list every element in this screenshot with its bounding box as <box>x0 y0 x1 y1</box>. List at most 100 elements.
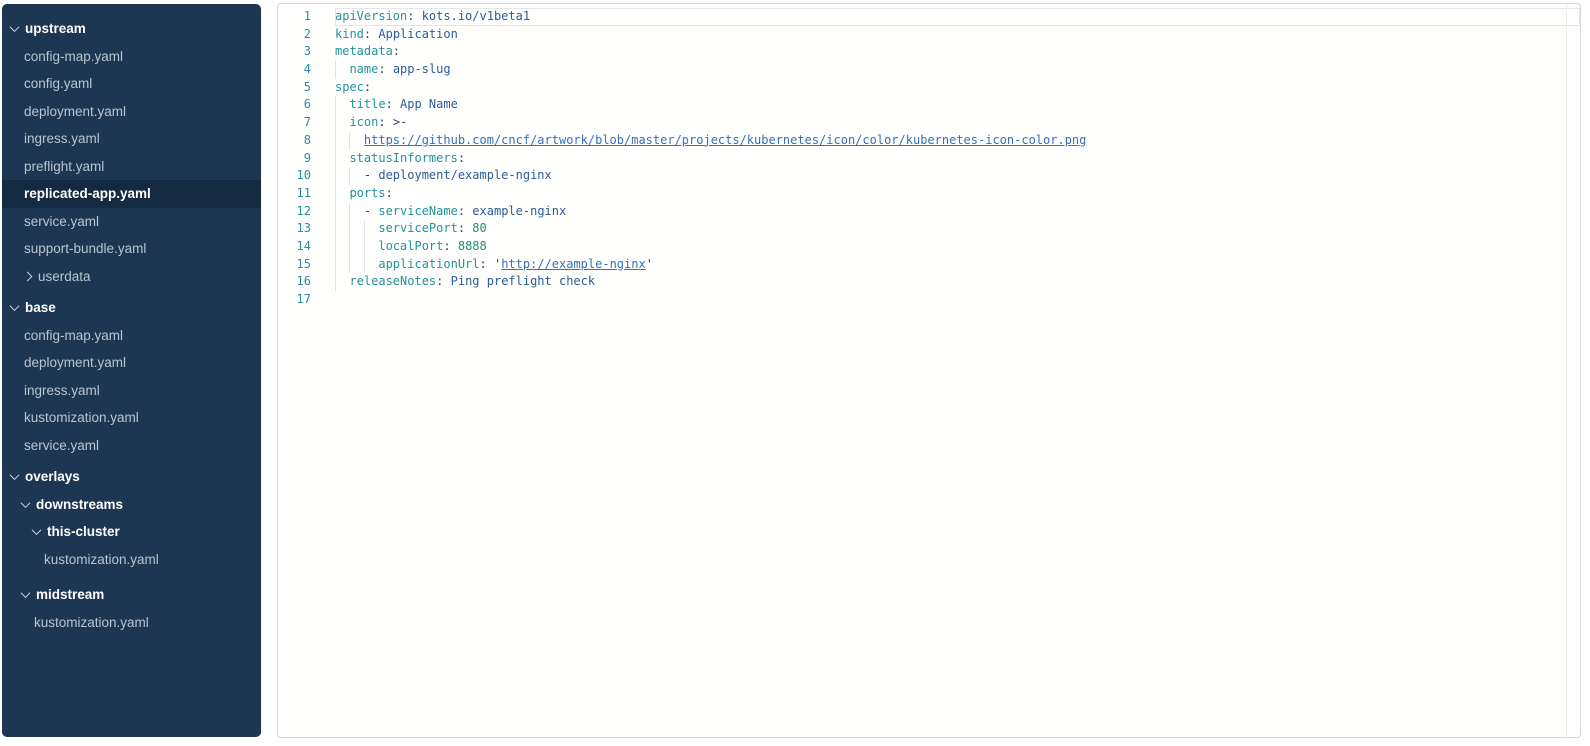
line-number: 13 <box>278 220 335 238</box>
tree-item-label: overlays <box>25 469 80 484</box>
code-indent <box>335 186 349 200</box>
tree-file-deployment.yaml[interactable]: deployment.yaml <box>2 349 261 377</box>
tree-item-label: replicated-app.yaml <box>24 186 151 201</box>
tree-item-label: deployment.yaml <box>24 104 126 119</box>
indent-guide <box>335 114 336 132</box>
tree-file-deployment.yaml[interactable]: deployment.yaml <box>2 98 261 126</box>
tree-item-label: config-map.yaml <box>24 328 123 343</box>
file-tree: upstream config-map.yaml config.yaml deploy… <box>2 15 261 636</box>
tree-folder-base[interactable]: base <box>2 294 261 322</box>
code-token: ports <box>349 186 385 200</box>
code-line[interactable]: statusInformers: <box>335 150 1580 168</box>
tree-item-label: ingress.yaml <box>24 383 100 398</box>
tree-file-kustomization.yaml[interactable]: kustomization.yaml <box>2 546 261 574</box>
code-token: : <box>364 80 371 94</box>
code-token: kind <box>335 27 364 41</box>
tree-folder-upstream[interactable]: upstream <box>2 15 261 43</box>
line-number: 2 <box>278 26 335 44</box>
tree-item-label: upstream <box>25 21 86 36</box>
code-token: : <box>458 204 465 218</box>
code-area[interactable]: apiVersion: kots.io/v1beta1kind: Applica… <box>335 4 1580 737</box>
tree-file-ingress.yaml[interactable]: ingress.yaml <box>2 377 261 405</box>
code-token: : <box>378 62 385 76</box>
indent-guide <box>349 256 350 274</box>
code-token: : <box>480 257 487 271</box>
tree-folder-userdata[interactable]: userdata <box>2 263 261 291</box>
code-line[interactable]: icon: >- <box>335 114 1580 132</box>
tree-folder-midstream[interactable]: midstream <box>2 581 261 609</box>
tree-item-label: config.yaml <box>24 76 92 91</box>
tree-folder-overlays[interactable]: overlays <box>2 463 261 491</box>
indent-guide <box>335 96 336 114</box>
editor-panel: 1234567891011121314151617 apiVersion: ko… <box>277 3 1581 738</box>
code-token: localPort <box>378 239 443 253</box>
url-link[interactable]: https://github.com/cncf/artwork/blob/mas… <box>364 133 1086 147</box>
code-indent <box>335 239 378 253</box>
line-number: 4 <box>278 61 335 79</box>
tree-file-config-map.yaml[interactable]: config-map.yaml <box>2 43 261 71</box>
code-line[interactable]: spec: <box>335 79 1580 97</box>
code-token: : <box>393 44 400 58</box>
tree-item-label: midstream <box>36 587 104 602</box>
tree-file-service.yaml[interactable]: service.yaml <box>2 208 261 236</box>
chevron-right-icon <box>23 271 33 281</box>
code-line[interactable]: https://github.com/cncf/artwork/blob/mas… <box>335 132 1580 150</box>
line-number: 9 <box>278 150 335 168</box>
code-token: title <box>349 97 385 111</box>
tree-folder-downstreams[interactable]: downstreams <box>2 491 261 519</box>
tree-file-config-map.yaml[interactable]: config-map.yaml <box>2 322 261 350</box>
code-token: : <box>386 186 393 200</box>
code-indent <box>335 274 349 288</box>
line-number: 10 <box>278 167 335 185</box>
code-token: metadata <box>335 44 393 58</box>
code-line[interactable]: name: app-slug <box>335 61 1580 79</box>
code-token: example-nginx <box>465 204 566 218</box>
code-token: kots.io/v1beta1 <box>414 9 530 23</box>
indent-guide <box>335 203 336 221</box>
indent-guide <box>335 220 336 238</box>
indent-guide <box>364 256 365 274</box>
code-token: App Name <box>393 97 458 111</box>
code-line[interactable] <box>335 291 1580 309</box>
url-link[interactable]: http://example-nginx <box>501 257 646 271</box>
code-line[interactable]: - deployment/example-nginx <box>335 167 1580 185</box>
tree-folder-this-cluster[interactable]: this-cluster <box>2 518 261 546</box>
code-token: servicePort <box>378 221 457 235</box>
tree-file-config.yaml[interactable]: config.yaml <box>2 70 261 98</box>
line-number: 15 <box>278 256 335 274</box>
line-number: 6 <box>278 96 335 114</box>
code-line[interactable]: releaseNotes: Ping preflight check <box>335 273 1580 291</box>
code-line[interactable]: servicePort: 80 <box>335 220 1580 238</box>
code-line[interactable]: ports: <box>335 185 1580 203</box>
code-token: : <box>386 97 393 111</box>
tree-item-label: support-bundle.yaml <box>24 241 146 256</box>
code-line[interactable]: localPort: 8888 <box>335 238 1580 256</box>
code-line[interactable]: metadata: <box>335 43 1580 61</box>
indent-guide <box>335 150 336 168</box>
code-token: deployment/example-nginx <box>378 168 551 182</box>
code-line[interactable]: apiVersion: kots.io/v1beta1 <box>335 8 1580 26</box>
tree-file-preflight.yaml[interactable]: preflight.yaml <box>2 153 261 181</box>
tree-file-kustomization.yaml[interactable]: kustomization.yaml <box>2 609 261 637</box>
code-token: spec <box>335 80 364 94</box>
code-line[interactable]: kind: Application <box>335 26 1580 44</box>
indent-guide <box>349 167 350 185</box>
tree-item-label: kustomization.yaml <box>24 410 139 425</box>
tree-item-label: preflight.yaml <box>24 159 104 174</box>
indent-guide <box>349 203 350 221</box>
code-line[interactable]: applicationUrl: 'http://example-nginx' <box>335 256 1580 274</box>
tree-file-service.yaml[interactable]: service.yaml <box>2 432 261 460</box>
tree-file-replicated-app.yaml[interactable]: replicated-app.yaml <box>2 180 261 208</box>
code-token: - <box>364 204 378 218</box>
tree-file-kustomization.yaml[interactable]: kustomization.yaml <box>2 404 261 432</box>
code-indent <box>335 97 349 111</box>
code-token: serviceName <box>378 204 457 218</box>
code-line[interactable]: title: App Name <box>335 96 1580 114</box>
tree-file-support-bundle.yaml[interactable]: support-bundle.yaml <box>2 235 261 263</box>
indent-guide <box>335 273 336 291</box>
code-indent <box>335 221 378 235</box>
tree-file-ingress.yaml[interactable]: ingress.yaml <box>2 125 261 153</box>
tree-item-label: base <box>25 300 56 315</box>
code-line[interactable]: - serviceName: example-nginx <box>335 203 1580 221</box>
tree-item-label: userdata <box>38 269 91 284</box>
